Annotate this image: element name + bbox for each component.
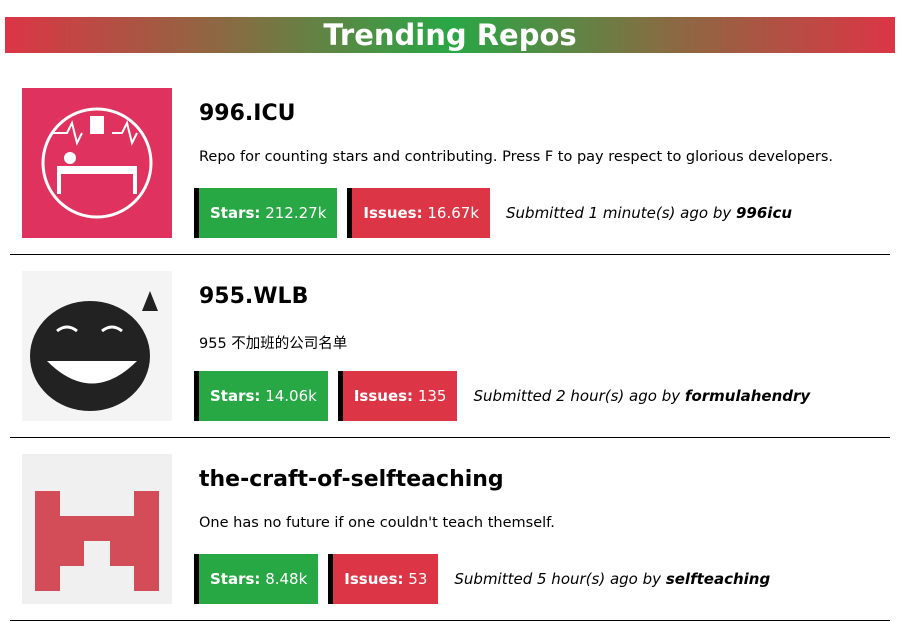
by-label: by bbox=[661, 387, 681, 405]
stars-count: 8.48k bbox=[265, 570, 308, 588]
by-label: by bbox=[712, 204, 732, 222]
stars-label: Stars: bbox=[210, 570, 261, 588]
issues-count: 53 bbox=[408, 570, 428, 588]
issues-label: Issues: bbox=[353, 387, 414, 405]
repo-row: 996.ICU Repo for counting stars and cont… bbox=[10, 71, 890, 255]
by-label: by bbox=[642, 570, 662, 588]
author-name[interactable]: selfteaching bbox=[666, 570, 770, 588]
repo-description: 955 不加班的公司名单 bbox=[199, 336, 348, 352]
stars-label: Stars: bbox=[210, 204, 261, 222]
repo-avatar-955wlb[interactable] bbox=[22, 271, 172, 421]
stars-badge: Stars: 14.06k bbox=[194, 371, 328, 421]
repo-avatar-996icu[interactable] bbox=[22, 88, 172, 238]
stars-label: Stars: bbox=[210, 387, 261, 405]
repo-description: One has no future if one couldn't teach … bbox=[199, 515, 555, 531]
author-name[interactable]: formulahendry bbox=[685, 387, 810, 405]
issues-count: 135 bbox=[417, 387, 447, 405]
stars-badge: Stars: 8.48k bbox=[194, 554, 319, 604]
repo-description: Repo for counting stars and contributing… bbox=[199, 149, 834, 165]
submitted-info: Submitted 5 hour(s) ago by selfteaching bbox=[454, 570, 770, 588]
stars-badge: Stars: 212.27k bbox=[194, 188, 338, 238]
repo-row: the-craft-of-selfteaching One has no fut… bbox=[10, 437, 890, 621]
submitted-info: Submitted 2 hour(s) ago by formulahendry bbox=[473, 387, 810, 405]
submitted-time: Submitted 2 hour(s) ago bbox=[473, 387, 657, 405]
issues-badge: Issues: 135 bbox=[337, 371, 458, 421]
repo-name[interactable]: the-craft-of-selfteaching bbox=[199, 467, 504, 492]
stars-count: 14.06k bbox=[265, 387, 317, 405]
repo-avatar-selfteaching[interactable] bbox=[22, 454, 172, 604]
author-name[interactable]: 996icu bbox=[736, 204, 792, 222]
issues-badge: Issues: 16.67k bbox=[347, 188, 491, 238]
stars-count: 212.27k bbox=[265, 204, 327, 222]
repo-name[interactable]: 996.ICU bbox=[199, 101, 295, 126]
repo-name[interactable]: 955.WLB bbox=[199, 284, 308, 309]
issues-label: Issues: bbox=[344, 570, 404, 588]
submitted-time: Submitted 1 minute(s) ago bbox=[506, 204, 709, 222]
submitted-time: Submitted 5 hour(s) ago bbox=[454, 570, 638, 588]
issues-badge: Issues: 53 bbox=[328, 554, 439, 604]
submitted-info: Submitted 1 minute(s) ago by 996icu bbox=[506, 204, 792, 222]
repo-row: 955.WLB 955 不加班的公司名单 Stars: 14.06k Issue… bbox=[10, 254, 890, 438]
issues-label: Issues: bbox=[363, 204, 423, 222]
page-title: Trending Repos bbox=[5, 17, 895, 53]
issues-count: 16.67k bbox=[427, 204, 480, 222]
